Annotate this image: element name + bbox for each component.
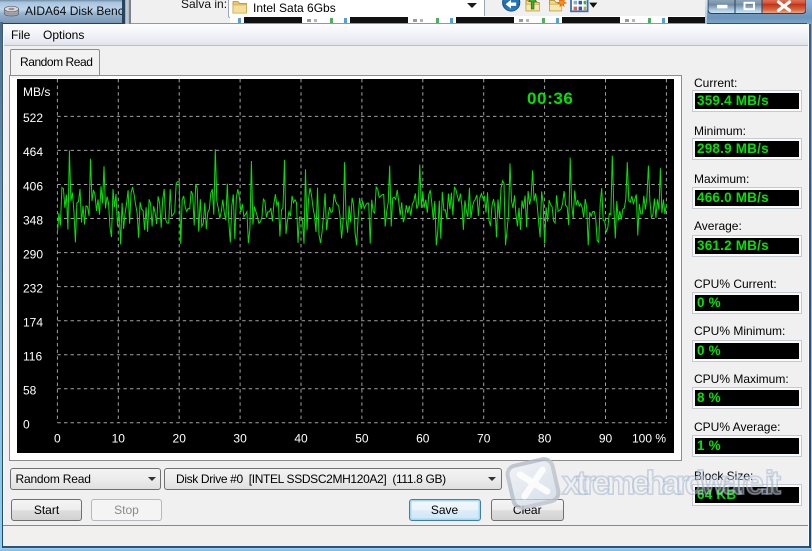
svg-text:232: 232: [23, 281, 43, 295]
svg-text:40: 40: [294, 432, 308, 446]
svg-text:70: 70: [477, 432, 491, 446]
svg-text:90: 90: [599, 432, 613, 446]
svg-text:50: 50: [355, 432, 369, 446]
svg-text:0: 0: [23, 418, 30, 432]
svg-text:464: 464: [23, 145, 43, 159]
svg-text:290: 290: [23, 247, 43, 261]
svg-text:10: 10: [112, 432, 126, 446]
svg-text:xtremehardware.it: xtremehardware.it: [562, 464, 781, 501]
svg-text:406: 406: [23, 179, 43, 193]
svg-text:20: 20: [173, 432, 187, 446]
svg-text:0: 0: [54, 432, 61, 446]
svg-text:00:36: 00:36: [527, 89, 573, 108]
svg-text:MB/s: MB/s: [23, 85, 50, 99]
svg-text:60: 60: [416, 432, 430, 446]
svg-text:30: 30: [233, 432, 247, 446]
svg-text:348: 348: [23, 213, 43, 227]
svg-text:80: 80: [538, 432, 552, 446]
svg-text:522: 522: [23, 111, 43, 125]
svg-text:58: 58: [23, 384, 37, 398]
svg-text:100 %: 100 %: [632, 432, 666, 446]
svg-text:174: 174: [23, 316, 43, 330]
svg-text:116: 116: [23, 350, 42, 364]
